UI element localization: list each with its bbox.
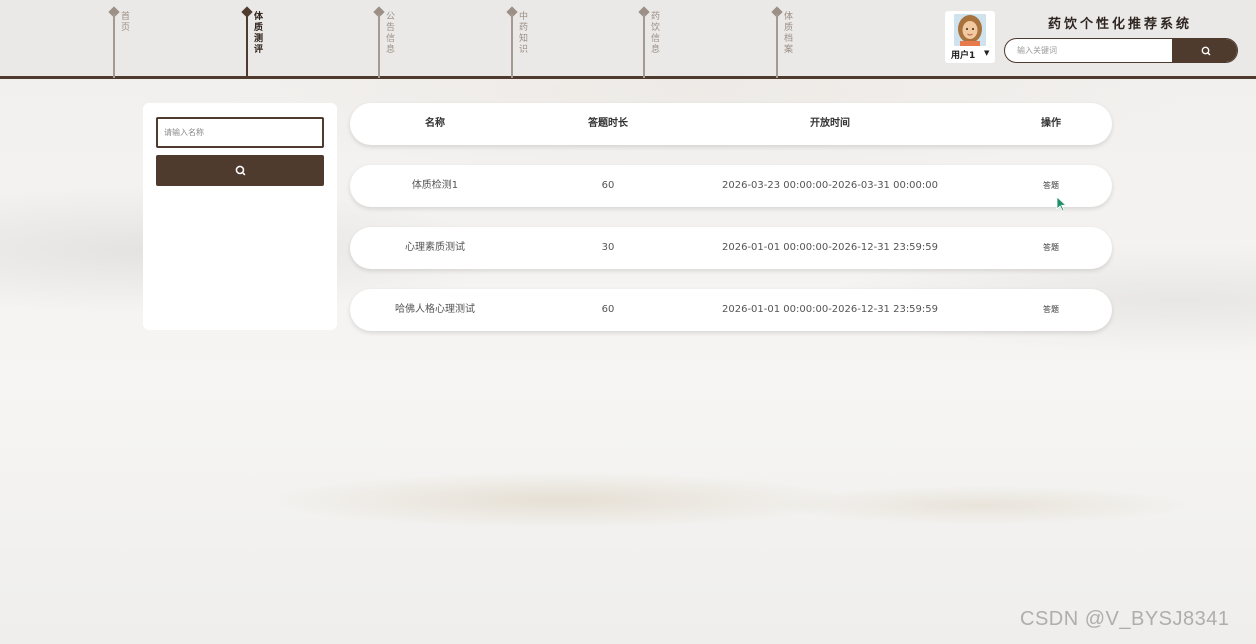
table-row: 心理素质测试 30 2026-01-01 00:00:00-2026-12-31… xyxy=(350,227,1112,269)
header-search-button[interactable] xyxy=(1172,39,1237,62)
column-header-open-time: 开放时间 xyxy=(810,118,850,129)
header-search-input[interactable] xyxy=(1005,39,1172,62)
test-duration: 60 xyxy=(601,180,615,191)
table-row: 哈佛人格心理测试 60 2026-01-01 00:00:00-2026-12-… xyxy=(350,289,1112,331)
nav-item-label: 药饮信息 xyxy=(651,12,661,55)
nav-line-divider xyxy=(643,14,645,78)
nav-item-label: 中药知识 xyxy=(519,12,529,55)
nav-item-herbal-knowledge[interactable]: 中药知识 xyxy=(506,6,548,79)
header-search xyxy=(1004,38,1238,63)
nav-line-divider xyxy=(113,14,115,78)
nav-item-announcements[interactable]: 公告信息 xyxy=(373,6,415,79)
system-title: 药饮个性化推荐系统 xyxy=(1047,17,1192,32)
nav-item-constitution-test[interactable]: 体质测评 xyxy=(241,6,283,79)
answer-button[interactable]: 答题 xyxy=(964,165,1138,207)
nav-line-divider xyxy=(246,14,248,78)
nav-item-home[interactable]: 首页 xyxy=(108,6,150,79)
user-menu[interactable]: 用户1 ▼ xyxy=(945,11,995,63)
nav-item-label: 首页 xyxy=(121,12,131,33)
test-open-time: 2026-03-23 00:00:00-2026-03-31 00:00:00 xyxy=(721,180,939,191)
test-duration: 30 xyxy=(601,242,615,253)
nav-item-label: 公告信息 xyxy=(386,12,396,55)
nav-item-label: 体质档案 xyxy=(784,12,794,55)
column-header-action: 操作 xyxy=(1041,118,1061,129)
watermark: CSDN @V_BYSJ8341 xyxy=(1020,608,1230,630)
nav-line-divider xyxy=(378,14,380,78)
test-name: 体质检测1 xyxy=(411,180,459,191)
column-header-name: 名称 xyxy=(425,118,445,129)
table-row: 体质检测1 60 2026-03-23 00:00:00-2026-03-31 … xyxy=(350,165,1112,207)
search-icon xyxy=(235,165,245,176)
user-name-label: 用户1 xyxy=(951,51,976,61)
test-duration: 60 xyxy=(601,304,615,315)
search-icon xyxy=(1201,46,1210,55)
column-header-duration: 答题时长 xyxy=(588,118,628,129)
nav-item-constitution-records[interactable]: 体质档案 xyxy=(771,6,813,79)
nav-item-label: 体质测评 xyxy=(254,12,264,55)
answer-button[interactable]: 答题 xyxy=(964,289,1138,331)
top-navigation-bar: 首页 体质测评 公告信息 中药知识 药饮信息 体质档案 用户1 ▼ 药饮个性化推… xyxy=(0,0,1256,79)
user-avatar-icon xyxy=(954,14,986,46)
search-button[interactable] xyxy=(156,155,324,186)
filter-panel xyxy=(143,103,337,330)
chevron-down-icon: ▼ xyxy=(984,49,990,57)
table-header-row: 名称 答题时长 开放时间 操作 xyxy=(350,103,1112,145)
answer-button[interactable]: 答题 xyxy=(964,227,1138,269)
nav-line-divider xyxy=(511,14,513,78)
mouse-cursor-icon xyxy=(1056,196,1068,212)
nav-line-divider xyxy=(776,14,778,78)
test-name: 心理素质测试 xyxy=(405,242,465,253)
test-open-time: 2026-01-01 00:00:00-2026-12-31 23:59:59 xyxy=(721,304,939,315)
avatar xyxy=(954,14,986,46)
nav-item-drink-info[interactable]: 药饮信息 xyxy=(638,6,680,79)
test-name: 哈佛人格心理测试 xyxy=(395,304,475,315)
name-search-input[interactable] xyxy=(156,117,324,148)
test-open-time: 2026-01-01 00:00:00-2026-12-31 23:59:59 xyxy=(721,242,939,253)
